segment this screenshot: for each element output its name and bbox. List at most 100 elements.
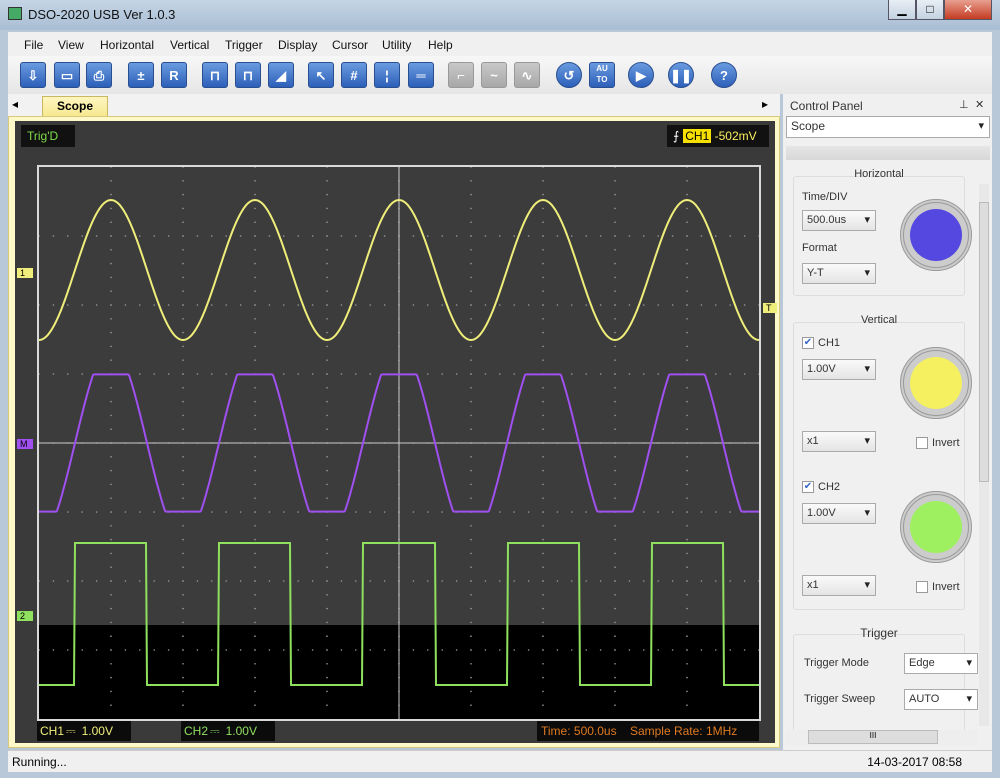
- grid-dot: [729, 511, 731, 513]
- ch2-probe-select[interactable]: x1: [802, 575, 876, 596]
- menu-display[interactable]: Display: [278, 38, 317, 52]
- grid-dot: [427, 649, 429, 651]
- format-select[interactable]: Y-T: [802, 263, 876, 284]
- maximize-button[interactable]: □: [916, 0, 944, 20]
- menu-help[interactable]: Help: [428, 38, 453, 52]
- pause-icon[interactable]: ❚❚: [668, 62, 694, 88]
- grid-dot: [614, 262, 616, 265]
- menu-vertical[interactable]: Vertical: [170, 38, 209, 52]
- ch2-checkbox[interactable]: ✔: [802, 481, 814, 493]
- grid-dot: [686, 290, 688, 292]
- panel-horizontal-scrollbar[interactable]: III: [786, 730, 978, 746]
- ch1-probe-select[interactable]: x1: [802, 431, 876, 452]
- status-datetime: 14-03-2017 08:58: [867, 755, 962, 769]
- grid-dot: [599, 235, 602, 237]
- trigger-level-marker[interactable]: T: [763, 303, 777, 313]
- grid-dot: [686, 207, 688, 210]
- grid-dot: [182, 566, 184, 568]
- ch2-volt-knob[interactable]: [900, 491, 972, 563]
- menu-trigger[interactable]: Trigger: [225, 38, 263, 52]
- grid-dot: [628, 304, 631, 306]
- grid-dot: [614, 469, 616, 472]
- help-icon[interactable]: ?: [711, 62, 737, 88]
- panel-vertical-scrollbar[interactable]: [979, 184, 989, 726]
- ch1-checkbox[interactable]: ✔: [802, 337, 814, 349]
- horizontal-cursor-icon[interactable]: ═: [408, 62, 434, 88]
- grid-dot: [297, 304, 300, 306]
- grid-dot: [671, 580, 674, 582]
- pulse-icon[interactable]: ⊓: [202, 62, 228, 88]
- grid-dot: [715, 580, 717, 582]
- panel-close-icon[interactable]: ✕: [975, 98, 984, 111]
- ch1-volt-knob[interactable]: [900, 347, 972, 419]
- ramp-icon[interactable]: ◢: [268, 62, 294, 88]
- ch1-marker[interactable]: 1: [17, 268, 33, 278]
- ch2-invert-checkbox[interactable]: [916, 581, 928, 593]
- grid-dot: [268, 511, 271, 513]
- tab-scroll-left-icon[interactable]: ◂: [12, 97, 18, 111]
- auto-icon[interactable]: AU TO: [589, 62, 615, 88]
- menu-utility[interactable]: Utility: [382, 38, 411, 52]
- grid-dot: [614, 635, 616, 637]
- print-icon[interactable]: ⎙: [86, 62, 112, 88]
- close-button[interactable]: ✕: [944, 0, 992, 20]
- grid-dot: [211, 511, 213, 513]
- step-icon[interactable]: ⌐: [448, 62, 474, 88]
- trigger-sweep-select[interactable]: AUTO: [904, 689, 978, 710]
- trigger-channel: CH1: [683, 129, 712, 143]
- ch2-marker[interactable]: 2: [17, 611, 33, 621]
- play-icon[interactable]: ▶: [628, 62, 654, 88]
- trigger-mode-select[interactable]: Edge: [904, 653, 978, 674]
- ch1-invert-checkbox[interactable]: [916, 437, 928, 449]
- view-select[interactable]: Scope: [786, 116, 990, 138]
- refresh-icon[interactable]: ↺: [556, 62, 582, 88]
- grid-dot: [369, 235, 372, 237]
- ch2-volt-select[interactable]: 1.00V: [802, 503, 876, 524]
- grid-dot: [470, 331, 472, 334]
- menu-horizontal[interactable]: Horizontal: [100, 38, 154, 52]
- menu-file[interactable]: File: [24, 38, 43, 52]
- grid-dot: [686, 704, 688, 706]
- pointer-icon[interactable]: ↖: [308, 62, 334, 88]
- grid-dot: [614, 331, 616, 334]
- menu-cursor[interactable]: Cursor: [332, 38, 368, 52]
- grid-dot: [124, 511, 127, 513]
- grid-dot: [326, 373, 328, 375]
- tab-scroll-right-icon[interactable]: ▸: [762, 97, 768, 111]
- grid-dot: [427, 304, 429, 306]
- math-marker[interactable]: M: [17, 439, 33, 449]
- grid-dot: [196, 580, 199, 582]
- ch1-volt-select[interactable]: 1.00V: [802, 359, 876, 380]
- grid-dot: [81, 649, 83, 651]
- vertical-cursor-icon[interactable]: ¦: [374, 62, 400, 88]
- menu-view[interactable]: View: [58, 38, 84, 52]
- grid-dot: [614, 345, 616, 348]
- grid-dot: [110, 635, 112, 637]
- grid-dot: [686, 359, 688, 361]
- grid-dot: [326, 690, 328, 693]
- minimize-button[interactable]: ▁: [888, 0, 916, 20]
- time-div-select[interactable]: 500.0us: [802, 210, 876, 231]
- grid-dot: [470, 497, 472, 500]
- tab-scope[interactable]: Scope: [42, 96, 108, 116]
- grid-dot: [455, 304, 458, 306]
- horizontal-knob[interactable]: [900, 199, 972, 271]
- grid-dot: [110, 483, 112, 486]
- reference-icon[interactable]: R: [161, 62, 187, 88]
- grid-dot: [297, 580, 300, 582]
- app-icon: [8, 7, 22, 20]
- pin-icon[interactable]: ⊥: [959, 98, 969, 111]
- grid-icon[interactable]: #: [341, 62, 367, 88]
- grid-dot: [340, 580, 343, 582]
- save-icon[interactable]: ▭: [54, 62, 80, 88]
- open-icon[interactable]: ⇩: [20, 62, 46, 88]
- grid-dot: [311, 649, 314, 651]
- math-icon[interactable]: ±: [128, 62, 154, 88]
- sine-icon[interactable]: ∿: [514, 62, 540, 88]
- grid-dot: [686, 497, 688, 500]
- pulse-dots-icon[interactable]: ⊓: [235, 62, 261, 88]
- grid-dot: [182, 649, 184, 651]
- wave-icon[interactable]: ~: [481, 62, 507, 88]
- grid-dot: [110, 690, 112, 693]
- waveform-display[interactable]: [37, 165, 761, 721]
